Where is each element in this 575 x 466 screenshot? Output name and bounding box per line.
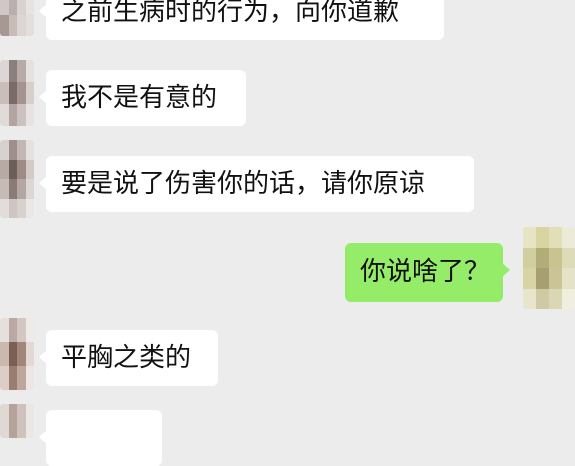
self-avatar[interactable] <box>523 227 575 309</box>
message-text: 平胸之类的 <box>61 343 192 373</box>
message-bubble-incoming[interactable]: 要是说了伤害你的话，请你原谅 <box>39 156 474 212</box>
contact-avatar[interactable] <box>0 404 34 438</box>
message-text: 我不是有意的 <box>61 83 218 113</box>
contact-avatar[interactable] <box>0 140 34 218</box>
contact-avatar[interactable] <box>0 0 34 36</box>
message-bubble-incoming[interactable] <box>39 410 162 466</box>
contact-avatar[interactable] <box>0 318 34 390</box>
message-bubble-incoming[interactable]: 之前生病时的行为，向你道歉 <box>39 0 444 40</box>
contact-avatar[interactable] <box>0 60 34 126</box>
message-bubble-outgoing[interactable]: 你说啥了？ <box>345 243 510 302</box>
message-bubble-incoming[interactable]: 平胸之类的 <box>39 330 218 386</box>
message-bubble-incoming[interactable]: 我不是有意的 <box>39 70 246 126</box>
message-text: 要是说了伤害你的话，请你原谅 <box>61 169 426 199</box>
message-text: 你说啥了？ <box>360 257 491 287</box>
message-text: 之前生病时的行为，向你道歉 <box>61 0 400 27</box>
